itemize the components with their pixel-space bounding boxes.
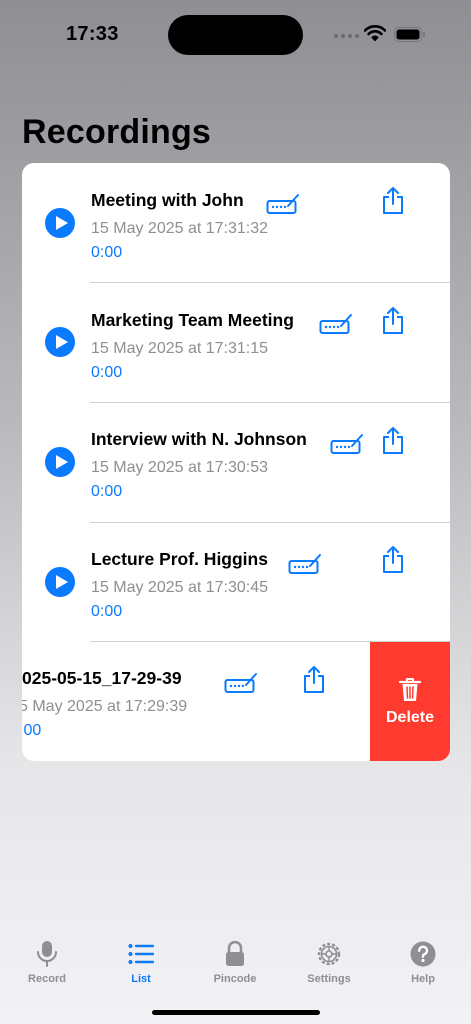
tab-settings[interactable]: Settings <box>289 940 369 985</box>
status-time: 17:33 <box>66 23 119 45</box>
lock-icon <box>226 941 244 966</box>
recording-title: Interview with N. Johnson <box>91 429 307 449</box>
keyboard-pencil-icon[interactable] <box>319 312 353 336</box>
list-item[interactable]: Interview with N. Johnson 15 May 2025 at… <box>22 403 450 523</box>
recording-title: Lecture Prof. Higgins <box>91 549 268 569</box>
share-icon[interactable] <box>302 665 326 695</box>
list-item[interactable]: Lecture Prof. Higgins 15 May 2025 at 17:… <box>22 522 450 642</box>
status-bar: 17:33 <box>0 0 471 70</box>
battery-icon <box>394 27 425 42</box>
tab-list[interactable]: List <box>101 940 181 985</box>
recording-date: 15 May 2025 at 17:31:15 <box>91 340 269 357</box>
keyboard-pencil-icon[interactable] <box>266 192 300 216</box>
play-icon <box>55 455 68 469</box>
recordings-list: Meeting with John 15 May 2025 at 17:31:3… <box>22 163 450 761</box>
tab-label: Record <box>28 973 66 985</box>
tab-label: Settings <box>307 973 351 985</box>
delete-label: Delete <box>385 708 435 726</box>
play-button[interactable] <box>45 327 75 357</box>
recording-duration: 0:00 <box>91 244 123 261</box>
wifi-icon <box>364 25 386 42</box>
play-button[interactable] <box>45 447 75 477</box>
tab-label: List <box>131 973 151 985</box>
list-item[interactable]: Marketing Team Meeting 15 May 2025 at 17… <box>22 283 450 403</box>
list-item[interactable]: Meeting with John 15 May 2025 at 17:31:3… <box>22 163 450 283</box>
tab-pincode[interactable]: Pincode <box>195 940 275 985</box>
share-icon[interactable] <box>381 306 405 336</box>
page-title: Recordings <box>22 113 212 151</box>
recording-title: Meeting with John <box>91 190 244 210</box>
recording-date: 15 May 2025 at 17:30:45 <box>91 579 269 596</box>
share-icon[interactable] <box>381 545 405 575</box>
recording-date: 15 May 2025 at 17:31:32 <box>91 220 269 237</box>
tab-record[interactable]: Record <box>7 940 87 985</box>
recording-duration: 0:00 <box>91 483 123 500</box>
play-icon <box>55 216 68 230</box>
play-button[interactable] <box>45 567 75 597</box>
gear-icon <box>317 942 341 966</box>
share-icon[interactable] <box>381 186 405 216</box>
trash-icon <box>399 677 421 701</box>
tab-label: Help <box>411 973 435 985</box>
delete-button[interactable]: Delete <box>370 642 450 761</box>
share-icon[interactable] <box>381 426 405 456</box>
dynamic-island <box>168 15 303 55</box>
keyboard-pencil-icon[interactable] <box>224 671 258 695</box>
recording-title: Marketing Team Meeting <box>91 310 294 330</box>
keyboard-pencil-icon[interactable] <box>288 552 322 576</box>
play-icon <box>55 575 68 589</box>
tab-label: Pincode <box>213 973 257 985</box>
recording-duration: :00 <box>22 722 42 739</box>
home-indicator <box>152 1010 320 1015</box>
recording-title: 025-05-15_17-29-39 <box>22 668 182 688</box>
recording-date: 5 May 2025 at 17:29:39 <box>22 698 188 715</box>
cellular-signal-icon <box>334 34 359 38</box>
recording-date: 15 May 2025 at 17:30:53 <box>91 459 269 476</box>
recording-duration: 0:00 <box>91 603 123 620</box>
tab-help[interactable]: Help <box>383 940 463 985</box>
recording-duration: 0:00 <box>91 364 123 381</box>
question-icon <box>410 941 436 967</box>
list-icon <box>128 944 154 964</box>
play-icon <box>55 335 68 349</box>
keyboard-pencil-icon[interactable] <box>330 432 364 456</box>
play-button[interactable] <box>45 208 75 238</box>
microphone-icon <box>37 941 57 967</box>
